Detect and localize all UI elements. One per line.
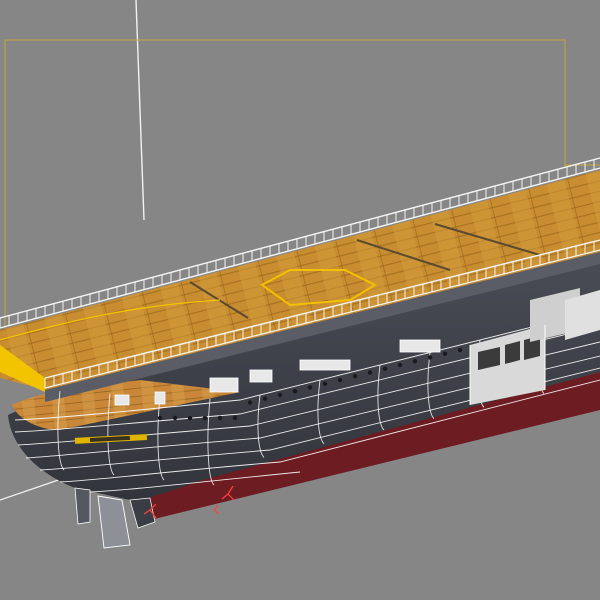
porthole bbox=[427, 355, 433, 360]
porthole bbox=[262, 396, 268, 401]
porthole bbox=[232, 415, 238, 421]
porthole bbox=[397, 362, 403, 368]
porthole bbox=[352, 374, 358, 379]
porthole bbox=[367, 370, 373, 375]
porthole bbox=[202, 415, 208, 421]
porthole bbox=[247, 400, 253, 405]
porthole bbox=[322, 381, 328, 386]
porthole bbox=[442, 351, 448, 356]
porthole bbox=[157, 415, 163, 421]
porthole bbox=[412, 359, 418, 364]
porthole bbox=[217, 415, 223, 421]
porthole bbox=[292, 389, 298, 394]
porthole bbox=[187, 415, 193, 421]
porthole bbox=[277, 392, 283, 398]
porthole bbox=[382, 366, 388, 371]
3d-viewport[interactable] bbox=[0, 0, 600, 600]
porthole bbox=[307, 385, 313, 390]
porthole bbox=[337, 377, 343, 383]
porthole bbox=[457, 347, 463, 353]
viewport-canvas[interactable] bbox=[0, 0, 600, 600]
porthole bbox=[172, 415, 178, 421]
